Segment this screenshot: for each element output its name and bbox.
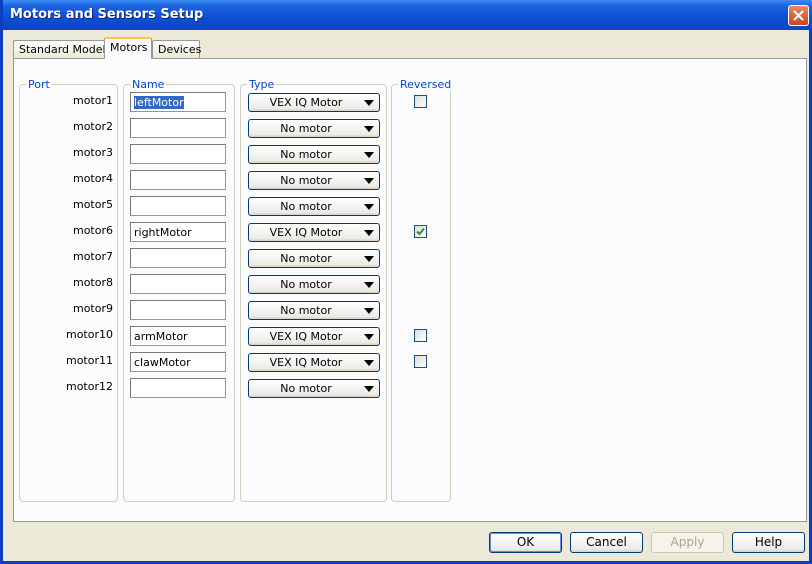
port-label-motor11: motor11 [65, 354, 113, 367]
type-value: VEX IQ Motor [269, 96, 343, 109]
name-input-motor3[interactable] [130, 144, 226, 164]
port-label-motor12: motor12 [65, 380, 113, 393]
type-value: No motor [280, 304, 332, 317]
type-value: No motor [280, 200, 332, 213]
type-header: Type [247, 78, 277, 91]
name-input-motor1[interactable]: leftMotor [130, 92, 226, 112]
reversed-checkbox-motor11[interactable] [414, 355, 427, 368]
port-label-motor10: motor10 [65, 328, 113, 341]
type-select-motor10[interactable]: VEX IQ Motor [248, 327, 380, 346]
type-select-motor11[interactable]: VEX IQ Motor [248, 353, 380, 372]
type-value: No motor [280, 382, 332, 395]
reversed-checkbox-motor1[interactable] [414, 95, 427, 108]
type-value: No motor [280, 278, 332, 291]
checkmark-icon [416, 227, 425, 236]
dropdown-arrow-icon [364, 308, 374, 314]
type-select-motor2[interactable]: No motor [248, 119, 380, 138]
tab-standard-models[interactable]: Standard Models [13, 40, 111, 58]
name-input-motor7[interactable] [130, 248, 226, 268]
dropdown-arrow-icon [364, 126, 374, 132]
type-select-motor1[interactable]: VEX IQ Motor [248, 93, 380, 112]
title-bar[interactable]: Motors and Sensors Setup [3, 0, 812, 30]
name-input-motor2[interactable] [130, 118, 226, 138]
port-label-motor4: motor4 [72, 172, 113, 185]
type-value: VEX IQ Motor [269, 330, 343, 343]
type-value: No motor [280, 122, 332, 135]
type-value: VEX IQ Motor [269, 226, 343, 239]
name-input-motor5[interactable] [130, 196, 226, 216]
dropdown-arrow-icon [364, 230, 374, 236]
reversed-header: Reversed [398, 78, 454, 91]
dropdown-arrow-icon [364, 256, 374, 262]
port-label-motor3: motor3 [72, 146, 113, 159]
name-input-motor4[interactable] [130, 170, 226, 190]
type-value: No motor [280, 148, 332, 161]
reversed-checkbox-motor6[interactable] [414, 225, 427, 238]
type-select-motor3[interactable]: No motor [248, 145, 380, 164]
type-select-motor7[interactable]: No motor [248, 249, 380, 268]
type-select-motor8[interactable]: No motor [248, 275, 380, 294]
port-label-motor1: motor1 [72, 94, 113, 107]
type-select-motor12[interactable]: No motor [248, 379, 380, 398]
dropdown-arrow-icon [364, 360, 374, 366]
name-input-motor10[interactable]: armMotor [130, 326, 226, 346]
name-value: rightMotor [134, 226, 192, 239]
name-input-motor8[interactable] [130, 274, 226, 294]
tab-label: Standard Models [19, 43, 112, 56]
tab-label: Motors [110, 41, 148, 54]
name-input-motor9[interactable] [130, 300, 226, 320]
port-label-motor6: motor6 [72, 224, 113, 237]
dialog-window: Motors and Sensors Setup Standard Models… [0, 0, 812, 564]
window-title: Motors and Sensors Setup [10, 7, 204, 22]
dropdown-arrow-icon [364, 386, 374, 392]
reversed-group: Reversed [391, 78, 454, 502]
type-value: No motor [280, 174, 332, 187]
cancel-button[interactable]: Cancel [570, 532, 643, 553]
type-select-motor4[interactable]: No motor [248, 171, 380, 190]
name-input-motor12[interactable] [130, 378, 226, 398]
name-input-motor6[interactable]: rightMotor [130, 222, 226, 242]
name-value: clawMotor [134, 356, 191, 369]
type-select-motor6[interactable]: VEX IQ Motor [248, 223, 380, 242]
help-button[interactable]: Help [732, 532, 805, 553]
type-value: VEX IQ Motor [269, 356, 343, 369]
port-header: Port [26, 78, 52, 91]
tab-motors[interactable]: Motors [104, 37, 152, 59]
name-input-motor11[interactable]: clawMotor [130, 352, 226, 372]
dropdown-arrow-icon [364, 152, 374, 158]
dropdown-arrow-icon [364, 100, 374, 106]
port-label-motor9: motor9 [72, 302, 113, 315]
close-icon [793, 10, 804, 21]
port-label-motor8: motor8 [72, 276, 113, 289]
dropdown-arrow-icon [364, 282, 374, 288]
port-label-motor2: motor2 [72, 120, 113, 133]
apply-button[interactable]: Apply [651, 532, 724, 553]
name-value: leftMotor [134, 96, 184, 109]
ok-button[interactable]: OK [489, 532, 562, 553]
type-select-motor5[interactable]: No motor [248, 197, 380, 216]
tab-label: Devices [158, 43, 202, 56]
dropdown-arrow-icon [364, 204, 374, 210]
type-value: No motor [280, 252, 332, 265]
reversed-checkbox-motor10[interactable] [414, 329, 427, 342]
name-value: armMotor [134, 330, 188, 343]
dropdown-arrow-icon [364, 178, 374, 184]
type-select-motor9[interactable]: No motor [248, 301, 380, 320]
close-button[interactable] [788, 5, 809, 26]
port-label-motor5: motor5 [72, 198, 113, 211]
name-header: Name [130, 78, 167, 91]
dropdown-arrow-icon [364, 334, 374, 340]
port-label-motor7: motor7 [72, 250, 113, 263]
tab-devices[interactable]: Devices [152, 40, 202, 58]
